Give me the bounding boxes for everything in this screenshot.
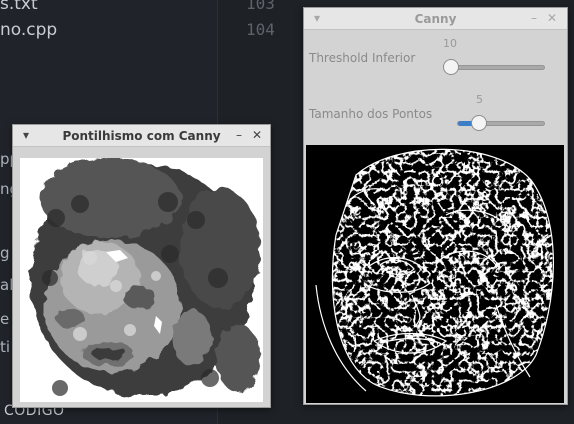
sidebar-fragment[interactable]: ti <box>0 338 10 356</box>
threshold-slider-track[interactable] <box>447 65 545 70</box>
canny-titlebar[interactable]: ▾ Canny – ✕ <box>304 8 567 30</box>
line-number: 103 <box>246 0 275 13</box>
point-size-value: 5 <box>476 93 483 106</box>
close-icon[interactable]: ✕ <box>545 11 559 25</box>
threshold-slider-thumb[interactable] <box>443 59 459 75</box>
threshold-value: 10 <box>443 37 457 50</box>
pontilhismo-titlebar[interactable]: ▾ Pontilhismo com Canny – ✕ <box>13 125 270 147</box>
minimize-icon[interactable]: – <box>232 128 246 142</box>
line-number: 104 <box>246 20 275 39</box>
file-item-txt[interactable]: s.txt <box>0 0 38 14</box>
point-size-label: Tamanho dos Pontos <box>309 107 433 121</box>
pontilhismo-window: ▾ Pontilhismo com Canny – ✕ <box>12 124 271 408</box>
point-size-slider-thumb[interactable] <box>471 115 487 131</box>
canny-edge-image <box>306 145 564 403</box>
threshold-label: Threshold Inferior <box>309 51 416 65</box>
sidebar-fragment[interactable]: g <box>0 244 10 262</box>
minimize-icon[interactable]: – <box>527 11 541 25</box>
canny-window: ▾ Canny – ✕ Threshold Inferior 10 Tamanh… <box>303 7 568 405</box>
sidebar-fragment[interactable]: e <box>0 310 9 328</box>
file-item-cpp[interactable]: no.cpp <box>0 20 57 40</box>
close-icon[interactable]: ✕ <box>250 128 264 142</box>
pointillism-image <box>20 158 263 402</box>
